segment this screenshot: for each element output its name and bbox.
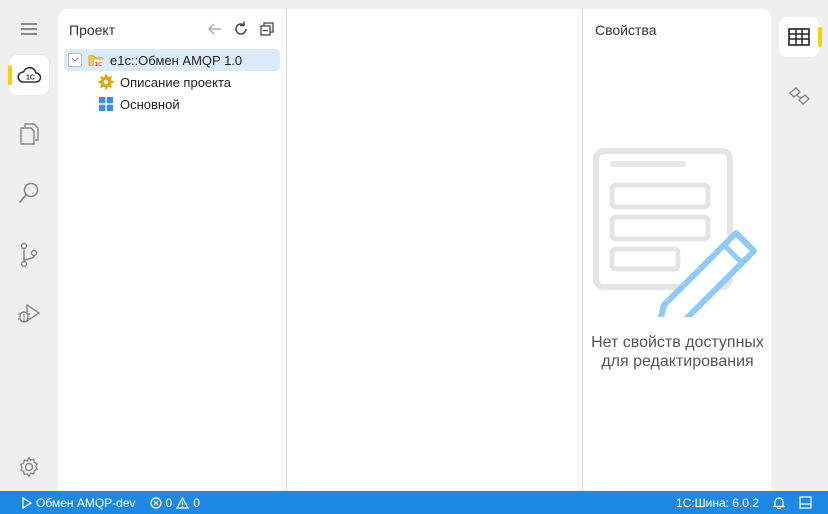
activity-bar: 1C bbox=[0, 0, 58, 491]
empty-properties-illustration bbox=[592, 147, 762, 332]
status-bar: Обмен AMQP-dev 0 0 1С:Шина: 6.0.2 bbox=[0, 491, 828, 514]
module-icon bbox=[98, 96, 114, 112]
refresh-button[interactable] bbox=[232, 20, 250, 38]
gear-icon bbox=[98, 74, 114, 90]
tree-item-project-description[interactable]: Описание проекта bbox=[64, 71, 280, 93]
properties-title: Свойства bbox=[595, 22, 657, 38]
arrow-left-icon bbox=[208, 23, 221, 35]
menu-button[interactable] bbox=[9, 9, 49, 49]
files-icon bbox=[20, 123, 39, 145]
collapse-all-icon bbox=[260, 22, 274, 36]
tree-item-main[interactable]: Основной bbox=[64, 93, 280, 115]
activity-search[interactable] bbox=[9, 173, 49, 213]
search-icon bbox=[19, 182, 39, 203]
project-panel: Проект 1C e1c::Обмен AMQP 1.0 Описание п… bbox=[58, 9, 287, 491]
structure-icon bbox=[788, 87, 811, 105]
project-toolbar bbox=[206, 20, 276, 38]
version-label[interactable]: 1С:Шина: 6.0.2 bbox=[676, 496, 759, 510]
cloud-1c-icon: 1C bbox=[17, 66, 42, 83]
tree-item-label: e1c::Обмен AMQP 1.0 bbox=[110, 52, 243, 68]
chevron-down-icon[interactable] bbox=[68, 53, 82, 67]
activity-source-control[interactable] bbox=[9, 235, 49, 275]
activity-explorer[interactable] bbox=[9, 114, 49, 154]
properties-view-button[interactable] bbox=[779, 17, 822, 57]
svg-text:1C: 1C bbox=[26, 75, 35, 82]
error-count: 0 bbox=[165, 495, 173, 510]
activity-run-debug[interactable] bbox=[9, 294, 49, 334]
properties-panel: Свойства Нет свойств доступных для редак… bbox=[584, 9, 771, 491]
svg-text:1C: 1C bbox=[95, 62, 102, 68]
run-configuration-label: Обмен AMQP-dev bbox=[36, 495, 136, 510]
branch-icon bbox=[20, 242, 38, 268]
back-button[interactable] bbox=[206, 20, 224, 38]
tree-item-label: Основной bbox=[120, 96, 180, 112]
empty-properties-text: Нет свойств доступных для редактирования bbox=[591, 334, 764, 370]
collapse-all-button[interactable] bbox=[258, 20, 276, 38]
project-title: Проект bbox=[69, 22, 116, 38]
project-folder-icon: 1C bbox=[88, 52, 104, 68]
editor-area[interactable] bbox=[288, 9, 583, 491]
bell-icon[interactable] bbox=[773, 496, 785, 509]
project-tree: 1C e1c::Обмен AMQP 1.0 Описание проекта … bbox=[64, 49, 280, 115]
refresh-icon bbox=[235, 21, 247, 35]
play-icon bbox=[22, 496, 32, 509]
main-panel: Проект 1C e1c::Обмен AMQP 1.0 Описание п… bbox=[58, 9, 771, 491]
activity-settings[interactable] bbox=[9, 447, 49, 487]
app-window: 1C Проект 1C e1c::Обмен AMQP 1.0 Описани… bbox=[0, 0, 828, 514]
right-activity-bar bbox=[771, 0, 828, 491]
warning-icon bbox=[176, 496, 190, 509]
error-icon bbox=[149, 496, 162, 509]
hamburger-icon bbox=[21, 23, 37, 35]
activity-1c-cloud[interactable]: 1C bbox=[8, 55, 49, 95]
tree-item-project-root[interactable]: 1C e1c::Обмен AMQP 1.0 bbox=[64, 49, 280, 71]
layout-icon[interactable] bbox=[799, 496, 812, 509]
run-debug-icon bbox=[18, 303, 41, 323]
run-configuration[interactable]: Обмен AMQP-dev bbox=[22, 496, 136, 510]
problems-indicator[interactable]: 0 0 bbox=[149, 495, 200, 510]
table-icon bbox=[788, 28, 810, 46]
warning-count: 0 bbox=[193, 495, 200, 510]
settings-gear-icon bbox=[20, 456, 38, 478]
structure-view-button[interactable] bbox=[779, 76, 819, 116]
tree-item-label: Описание проекта bbox=[120, 74, 232, 90]
